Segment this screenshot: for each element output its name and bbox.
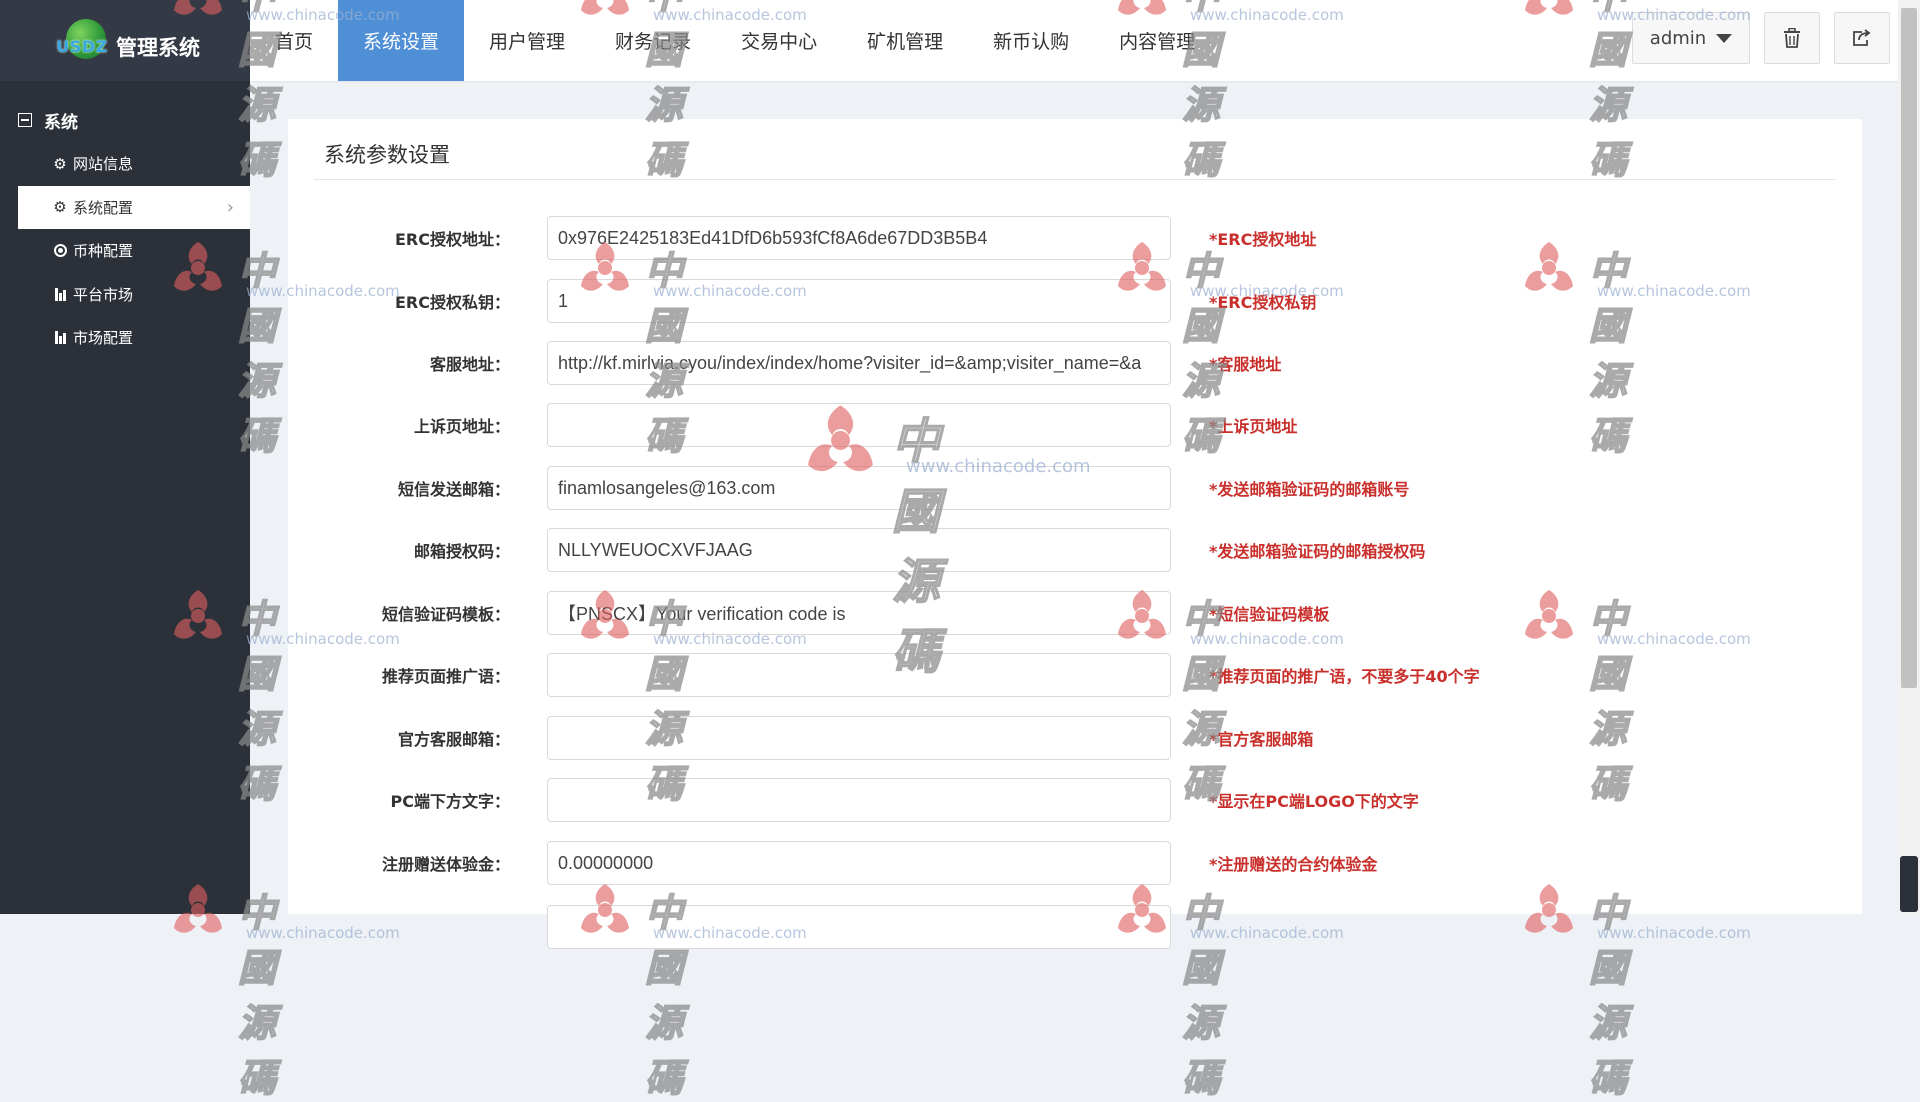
logout-button[interactable]: [1834, 12, 1890, 64]
field-label: 注册赠送体验金：: [381, 855, 510, 874]
form-row-appeal-url: 上诉页地址： *上诉页地址: [288, 403, 1862, 447]
collapse-icon: [18, 113, 32, 127]
form-row-email-auth-code: 邮箱授权码： *发送邮箱验证码的邮箱授权码: [288, 528, 1862, 572]
divider: [314, 179, 1836, 180]
username: admin: [1649, 27, 1707, 49]
top-navbar: 首页 系统设置 用户管理 财务记录 交易中心 矿机管理 新币认购 内容管理 ad…: [250, 0, 1920, 81]
form-row-service-url: 客服地址： *客服地址: [288, 341, 1862, 385]
sidebar-item-coin-config[interactable]: 币种配置: [0, 229, 250, 273]
field-hint: *客服地址: [1209, 355, 1282, 374]
clear-cache-button[interactable]: [1764, 12, 1820, 64]
nav-finance-records[interactable]: 财务记录: [590, 0, 716, 81]
nav-system-settings[interactable]: 系统设置: [338, 0, 465, 81]
sidebar: USDZ 管理系统 系统 ⚙ 网站信息 ⚙ 系统配置 › 币种配置 平台市场 市…: [0, 0, 250, 914]
sidebar-section-system[interactable]: 系统: [0, 98, 250, 142]
sidebar-item-market-config[interactable]: 市场配置: [0, 316, 250, 360]
email-auth-code-input[interactable]: [547, 528, 1171, 572]
field-label: 官方客服邮箱：: [397, 730, 510, 749]
form-row-pc-footer-text: PC端下方文字： *显示在PC端LOGO下的文字: [288, 778, 1862, 822]
form-row-official-email: 官方客服邮箱： *官方客服邮箱: [288, 716, 1862, 760]
field-hint: *短信验证码模板: [1209, 605, 1330, 624]
appeal-url-input[interactable]: [547, 403, 1171, 447]
nav-trading-center[interactable]: 交易中心: [716, 0, 842, 81]
field-label: ERC授权地址：: [395, 230, 510, 249]
trash-icon: [1784, 28, 1800, 48]
sender-email-input[interactable]: [547, 466, 1171, 510]
gear-icon: ⚙: [53, 198, 67, 217]
next-field-input[interactable]: [547, 905, 1171, 949]
user-menu-button[interactable]: admin: [1632, 12, 1750, 64]
nav-miner-management[interactable]: 矿机管理: [842, 0, 968, 81]
official-email-input[interactable]: [547, 716, 1171, 760]
sidebar-item-site-info[interactable]: ⚙ 网站信息: [0, 142, 250, 186]
field-label: 邮箱授权码：: [413, 542, 510, 561]
field-hint: *ERC授权私钥: [1209, 293, 1317, 312]
nav-content-management[interactable]: 内容管理: [1094, 0, 1220, 81]
logout-icon: [1853, 29, 1871, 46]
field-hint: *官方客服邮箱: [1209, 730, 1314, 749]
nav-home[interactable]: 首页: [250, 0, 338, 81]
field-hint: *上诉页地址: [1209, 417, 1298, 436]
promo-slogan-input[interactable]: [547, 653, 1171, 697]
field-hint: *推荐页面的推广语，不要多于40个字: [1209, 667, 1480, 686]
field-hint: *发送邮箱验证码的邮箱授权码: [1209, 542, 1426, 561]
bar-chart-icon: [51, 331, 69, 345]
field-hint: *发送邮箱验证码的邮箱账号: [1209, 480, 1410, 499]
form-row-sender-email: 短信发送邮箱： *发送邮箱验证码的邮箱账号: [288, 466, 1862, 510]
form-row-erc-address: ERC授权地址： *ERC授权地址: [288, 216, 1862, 260]
sidebar-item-label: 网站信息: [73, 155, 134, 174]
sidebar-item-label: 币种配置: [73, 242, 134, 261]
gear-icon: ⚙: [53, 154, 67, 173]
chevron-right-icon: ›: [226, 196, 234, 218]
globe-logo-icon: USDZ: [52, 13, 112, 69]
field-hint: *ERC授权地址: [1209, 230, 1317, 249]
brand-title: 管理系统: [116, 35, 200, 60]
header-actions: admin: [1632, 12, 1890, 64]
erc-private-key-input[interactable]: [547, 279, 1171, 323]
sidebar-item-label: 平台市场: [73, 285, 134, 304]
floating-widget[interactable]: [1900, 856, 1918, 912]
sidebar-item-system-config[interactable]: ⚙ 系统配置 ›: [18, 185, 250, 229]
field-label: PC端下方文字：: [390, 792, 510, 811]
scrollbar-thumb[interactable]: [1901, 8, 1917, 688]
form-row-next: [288, 905, 1862, 949]
form-row-promo-slogan: 推荐页面推广语： *推荐页面的推广语，不要多于40个字: [288, 653, 1862, 697]
form-row-sms-template: 短信验证码模板： *短信验证码模板: [288, 591, 1862, 635]
target-icon: [51, 244, 69, 258]
sidebar-item-platform-market[interactable]: 平台市场: [0, 273, 250, 317]
sidebar-item-label: 系统配置: [73, 198, 134, 217]
erc-address-input[interactable]: [547, 216, 1171, 260]
sms-template-input[interactable]: [547, 591, 1171, 635]
pc-footer-text-input[interactable]: [547, 778, 1171, 822]
register-bonus-input[interactable]: [547, 841, 1171, 885]
field-label: 短信发送邮箱：: [397, 480, 510, 499]
settings-card: 系统参数设置 ERC授权地址： *ERC授权地址 ERC授权私钥： *ERC授权…: [288, 119, 1862, 949]
watermark-text: 中國源碼: [237, 889, 283, 1101]
nav-user-management[interactable]: 用户管理: [464, 0, 590, 81]
field-label: ERC授权私钥：: [395, 293, 510, 312]
field-label: 上诉页地址：: [413, 417, 510, 436]
field-hint: *显示在PC端LOGO下的文字: [1209, 792, 1419, 811]
bar-chart-icon: [51, 287, 69, 301]
form-row-register-bonus: 注册赠送体验金： *注册赠送的合约体验金: [288, 841, 1862, 885]
field-label: 客服地址：: [429, 355, 510, 374]
field-label: 短信验证码模板：: [381, 605, 510, 624]
field-hint: *注册赠送的合约体验金: [1209, 855, 1378, 874]
sidebar-section-label: 系统: [44, 112, 78, 133]
sidebar-item-label: 市场配置: [73, 329, 134, 348]
service-url-input[interactable]: [547, 341, 1171, 385]
nav-new-coin-subscription[interactable]: 新币认购: [968, 0, 1094, 81]
page-title: 系统参数设置: [324, 143, 450, 167]
page-scrollbar[interactable]: [1898, 0, 1920, 914]
brand-logo[interactable]: USDZ 管理系统: [0, 0, 250, 81]
form-row-erc-private-key: ERC授权私钥： *ERC授权私钥: [288, 279, 1862, 323]
field-label: 推荐页面推广语：: [381, 667, 510, 686]
caret-down-icon: [1716, 33, 1733, 43]
